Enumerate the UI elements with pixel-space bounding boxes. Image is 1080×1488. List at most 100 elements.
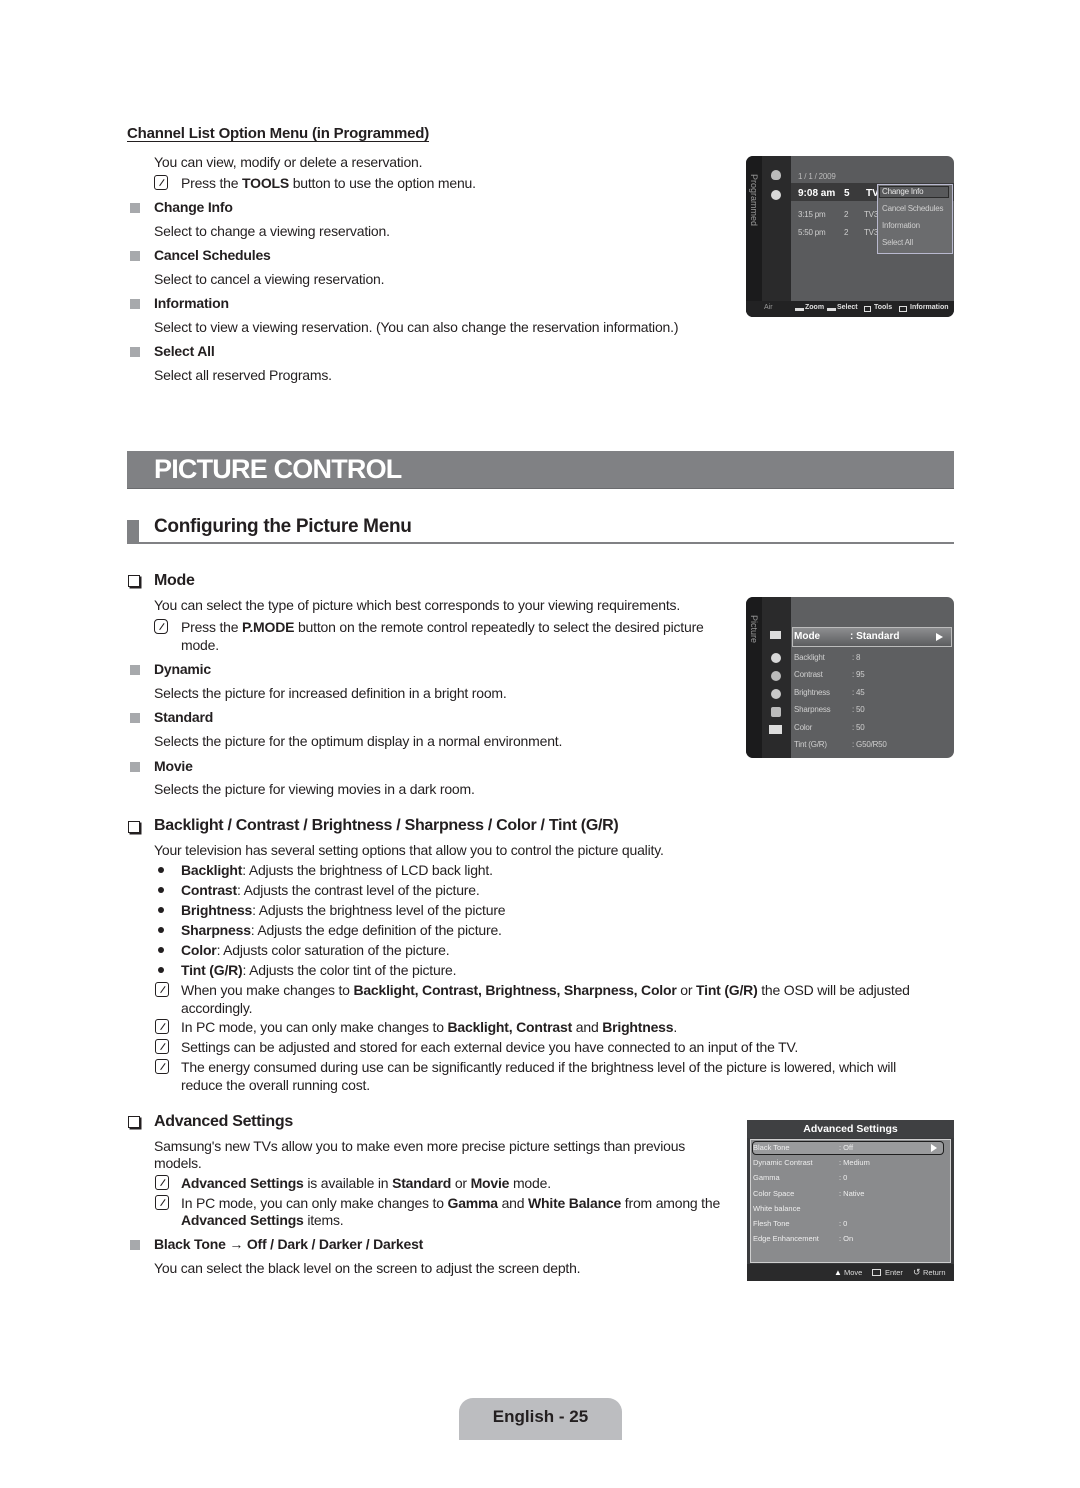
bullet-dot-icon bbox=[158, 887, 164, 893]
settings-note-osd: When you make changes to Backlight, Cont… bbox=[181, 982, 910, 998]
remote-note-icon bbox=[154, 619, 168, 634]
green-button-icon bbox=[827, 308, 836, 311]
osd-footer-zoom: Zoom bbox=[805, 304, 825, 311]
chapter-banner: PICTURE CONTROL bbox=[127, 451, 954, 489]
item-information-desc: Select to view a viewing reservation. (Y… bbox=[154, 319, 679, 335]
settings-heading: Backlight / Contrast / Brightness / Shar… bbox=[154, 817, 619, 834]
item-information-title: Information bbox=[154, 295, 229, 311]
mode-note-line2: mode. bbox=[181, 637, 219, 653]
page-number-tab: English - 25 bbox=[459, 1398, 622, 1440]
osd-row-time: 3:15 pm bbox=[798, 210, 826, 219]
osd-option-popup: Change Info Cancel Schedules Information… bbox=[877, 184, 953, 254]
osd-mode-label: Mode bbox=[794, 631, 821, 642]
osd-footer-move: Move bbox=[844, 1268, 863, 1277]
enter-icon bbox=[872, 1269, 881, 1276]
channel-icon bbox=[771, 671, 781, 681]
osd-row-label: Dynamic Contrast bbox=[753, 1158, 813, 1168]
settings-note-pc: In PC mode, you can only make changes to… bbox=[181, 1019, 678, 1035]
note-icon bbox=[154, 175, 168, 190]
channel-list-note: Press the TOOLS button to use the option… bbox=[181, 175, 476, 191]
chapter-title: PICTURE CONTROL bbox=[154, 454, 402, 484]
bullet-dot-icon bbox=[158, 947, 164, 953]
section-divider bbox=[127, 542, 954, 544]
note-icon bbox=[155, 1039, 169, 1054]
osd-row-ch: 2 bbox=[844, 210, 849, 219]
settings-bullet: Tint (G/R): Adjusts the color tint of th… bbox=[181, 962, 457, 978]
tools-icon bbox=[864, 306, 871, 312]
note-icon bbox=[155, 982, 169, 997]
osd-row-value: : 8 bbox=[852, 653, 861, 662]
picture-icon bbox=[770, 631, 781, 639]
osd-mode-value: : Standard bbox=[850, 631, 900, 642]
square-bullet-icon bbox=[130, 762, 140, 772]
osd-row-label: Contrast bbox=[794, 670, 823, 679]
square-bullet-icon bbox=[130, 1240, 140, 1250]
osd-footer-tools: Tools bbox=[874, 304, 893, 311]
settings-bullet: Color: Adjusts color saturation of the p… bbox=[181, 942, 450, 958]
osd-row-name: TV3 bbox=[864, 228, 879, 237]
osd-row-value: : On bbox=[839, 1234, 854, 1244]
osd-advanced-title: Advanced Settings bbox=[747, 1120, 954, 1138]
osd-picture-screenshot: Picture Mode : Standard Backlight : 8 Co… bbox=[746, 597, 954, 758]
osd-row-label: Gamma bbox=[753, 1173, 780, 1183]
note-icon bbox=[155, 1195, 169, 1210]
settings-intro: Your television has several setting opti… bbox=[154, 842, 664, 858]
osd-row-label: Backlight bbox=[794, 653, 825, 662]
application-icon bbox=[769, 725, 782, 734]
osd-row-value: : G50/R50 bbox=[852, 740, 887, 749]
settings-note-external: Settings can be adjusted and stored for … bbox=[181, 1039, 799, 1055]
channel-list-heading: Channel List Option Menu (in Programmed) bbox=[127, 125, 430, 142]
checkbox-bullet-icon bbox=[128, 575, 140, 587]
osd-row-label: Sharpness bbox=[794, 705, 831, 714]
osd-row-value: : 50 bbox=[852, 705, 865, 714]
settings-note-energy: The energy consumed during use can be si… bbox=[181, 1059, 897, 1075]
advanced-note-pc: In PC mode, you can only make changes to… bbox=[181, 1195, 721, 1211]
checkbox-bullet-icon bbox=[128, 1116, 140, 1128]
checkbox-bullet-icon bbox=[128, 821, 140, 833]
page-number: English - 25 bbox=[492, 1407, 589, 1426]
osd-row-time: 5:50 pm bbox=[798, 228, 826, 237]
bullet-dot-icon bbox=[158, 907, 164, 913]
settings-note-osd-line2: accordingly. bbox=[181, 1000, 253, 1016]
clock-icon bbox=[771, 190, 781, 200]
osd-popup-item: Change Info bbox=[882, 187, 924, 196]
osd-row-value: : 95 bbox=[852, 670, 865, 679]
mode-movie-title: Movie bbox=[154, 758, 193, 774]
return-icon: ↺ bbox=[913, 1267, 921, 1277]
bullet-dot-icon bbox=[158, 927, 164, 933]
red-button-icon bbox=[795, 308, 804, 311]
osd-row-label: Tint (G/R) bbox=[794, 740, 827, 749]
section-marker bbox=[127, 520, 139, 544]
osd-row-value: : 45 bbox=[852, 688, 865, 697]
item-cancel-schedules-desc: Select to cancel a viewing reservation. bbox=[154, 271, 385, 287]
mode-standard-desc: Selects the picture for the optimum disp… bbox=[154, 733, 563, 749]
square-bullet-icon bbox=[130, 299, 140, 309]
info-icon bbox=[899, 306, 907, 312]
square-bullet-icon bbox=[130, 203, 140, 213]
osd-row-label: Edge Enhancement bbox=[753, 1234, 819, 1244]
osd-row-label: White balance bbox=[753, 1203, 801, 1213]
osd-popup-item: Select All bbox=[882, 238, 913, 247]
osd-row-value: : 0 bbox=[839, 1219, 848, 1228]
osd-row-value: : Off bbox=[839, 1143, 854, 1152]
item-select-all-desc: Select all reserved Programs. bbox=[154, 367, 332, 383]
osd-row-value: : 50 bbox=[852, 723, 865, 732]
item-select-all-title: Select All bbox=[154, 343, 215, 359]
square-bullet-icon bbox=[130, 347, 140, 357]
osd-popup-item: Cancel Schedules bbox=[882, 204, 944, 213]
osd-footer-enter: Enter bbox=[885, 1268, 903, 1277]
sound-icon bbox=[771, 653, 781, 663]
channel-list-intro: You can view, modify or delete a reserva… bbox=[154, 154, 423, 170]
arrow-right-icon bbox=[931, 1144, 937, 1152]
input-icon bbox=[771, 707, 781, 717]
osd-row-label: Brightness bbox=[794, 688, 830, 697]
osd-current-ch: 5 bbox=[844, 188, 850, 199]
note-icon bbox=[155, 1019, 169, 1034]
square-bullet-icon bbox=[130, 665, 140, 675]
bullet-dot-icon bbox=[158, 867, 164, 873]
note-icon bbox=[155, 1175, 169, 1190]
osd-footer-select: Select bbox=[837, 304, 858, 311]
arrow-right-icon bbox=[936, 633, 943, 641]
section-title: Configuring the Picture Menu bbox=[154, 516, 412, 537]
settings-bullet: Contrast: Adjusts the contrast level of … bbox=[181, 882, 480, 898]
